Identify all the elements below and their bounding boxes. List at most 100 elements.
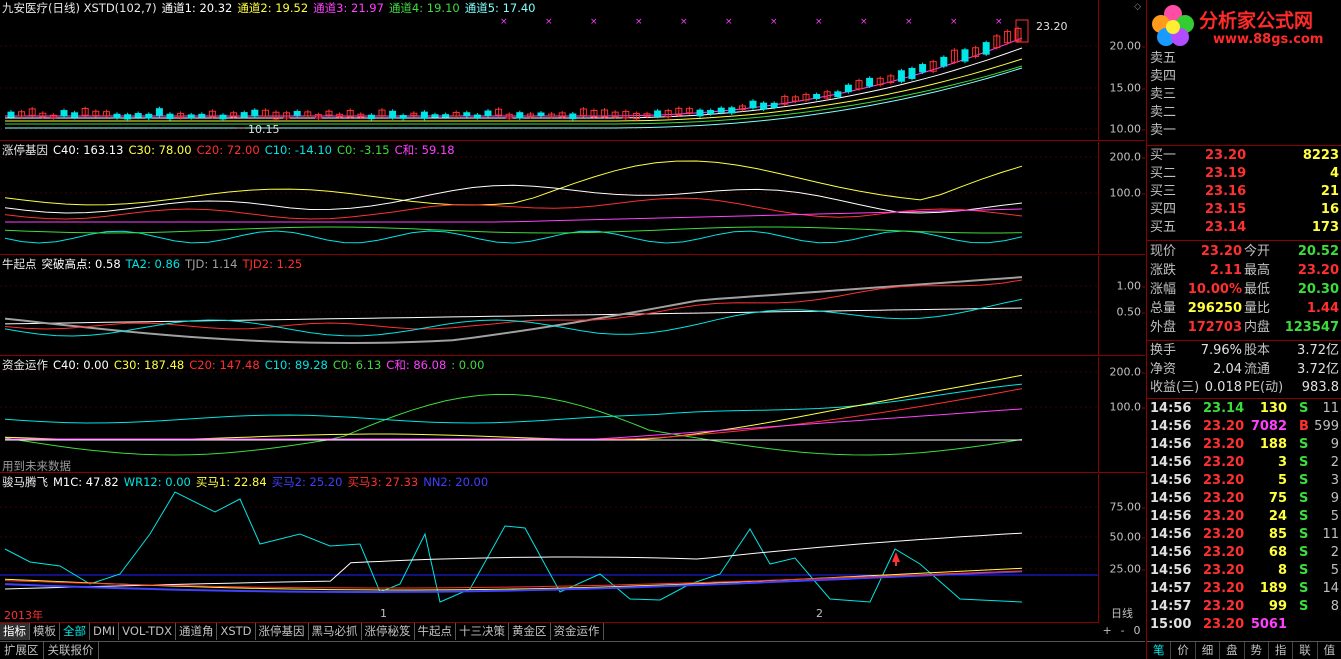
price-chart[interactable]: × × × × × × × × × × × × [0, 0, 1098, 140]
legend-item: C和: 59.18 [394, 143, 455, 157]
price-panel[interactable]: × × × × × × × × × × × × 九安医疗(日线) XSTD(102,7) 通道1: 20… [0, 0, 1098, 141]
diamond-icon[interactable]: ◇ [1134, 2, 1141, 12]
tick-count: 11 [1322, 401, 1339, 416]
buy-level-label: 买一 [1150, 148, 1177, 163]
quote-row[interactable]: 现价 23.20 今开 20.52 [1147, 243, 1341, 261]
quote-tab-4[interactable]: 势 [1245, 642, 1269, 659]
axis-tick: 25.00 [1109, 562, 1145, 576]
fund-row[interactable]: 换手 7.96% 股本 3.72亿 [1147, 342, 1341, 360]
buy-row[interactable]: 买三 23.16 21 [1147, 183, 1341, 201]
tick-row[interactable]: 14:56 23.20 188 S 9 [1147, 436, 1341, 454]
zijin-panel[interactable]: 资金运作 C40: 0.00 C30: 187.48 C20: 147.48 C10: … [0, 357, 1098, 473]
tick-row[interactable]: 14:56 23.14 130 S 11 [1147, 400, 1341, 418]
buy-level-label: 买五 [1150, 220, 1177, 235]
tick-side: S [1299, 401, 1309, 416]
legend-item: TA2: 0.86 [125, 257, 181, 271]
legend-item: 骏马腾飞 [2, 475, 48, 489]
related-quote-button[interactable]: 关联报价 [44, 642, 99, 659]
axis-tick: 100.0 [1109, 186, 1145, 200]
zoom-out-button[interactable]: - [1121, 623, 1125, 640]
fund-row[interactable]: 收益(三) 0.018 PE(动) 983.8 [1147, 379, 1341, 397]
legend-item: C20: 147.48 [189, 358, 260, 372]
junma-chart[interactable] [0, 474, 1098, 606]
tick-row[interactable]: 14:56 23.20 5 S 3 [1147, 472, 1341, 490]
candle-body [473, 114, 481, 118]
tick-row[interactable]: 14:56 23.20 24 S 5 [1147, 508, 1341, 526]
tick-count: 5 [1330, 563, 1339, 578]
tick-row[interactable]: 14:56 23.20 7082 B 599 [1147, 418, 1341, 436]
niuqidian-panel[interactable]: 牛起点 突破高点: 0.58 TA2: 0.86 TJD: 1.14 TJD2: 1.2… [0, 256, 1098, 356]
signal-mark: × [770, 17, 778, 27]
tab-10[interactable]: 牛起点 [414, 623, 457, 640]
quote-row[interactable]: 涨幅 10.00% 最低 20.30 [1147, 281, 1341, 299]
tab-5[interactable]: 通道角 [175, 623, 218, 640]
tick-price: 23.20 [1203, 545, 1245, 560]
tick-row[interactable]: 14:56 23.20 75 S 9 [1147, 490, 1341, 508]
sell-row[interactable]: 卖一 [1147, 122, 1341, 140]
junma-panel[interactable]: 骏马腾飞 M1C: 47.82 WR12: 0.00 买马1: 22.84 买马2: 2… [0, 474, 1098, 606]
quote-row[interactable]: 涨跌 2.11 最高 23.20 [1147, 262, 1341, 280]
tick-row[interactable]: 14:57 23.20 99 S 8 [1147, 598, 1341, 616]
quote-tab-3[interactable]: 盘 [1220, 642, 1245, 659]
tick-volume: 99 [1268, 599, 1287, 614]
tab-8[interactable]: 黑马必抓 [308, 623, 362, 640]
quote-label: 现价 [1150, 244, 1177, 259]
tab-3[interactable]: DMI [90, 623, 120, 640]
axis-tick: 15.00 [1109, 81, 1145, 95]
tab-6[interactable]: XSTD [217, 623, 256, 640]
quote-value: 296250 [1187, 301, 1242, 316]
quote-label: 总量 [1150, 301, 1177, 316]
time-label-month: 1 [380, 607, 387, 620]
junma-axis: 75.00 50.00 25.00 [1098, 474, 1145, 606]
buy-row[interactable]: 买四 23.15 16 [1147, 201, 1341, 219]
tick-count: 9 [1330, 491, 1339, 506]
quote-tab-5[interactable]: 指 [1269, 642, 1294, 659]
tab-2[interactable]: 全部 [60, 623, 90, 640]
tick-row[interactable]: 14:56 23.20 8 S 5 [1147, 562, 1341, 580]
buy-price: 23.19 [1205, 166, 1247, 181]
zijin-chart[interactable] [0, 357, 1098, 472]
axis-tick: 200.0 [1109, 365, 1145, 379]
sell-row[interactable]: 卖二 [1147, 104, 1341, 122]
tick-row[interactable]: 14:56 23.20 3 S 2 [1147, 454, 1341, 472]
sell-row[interactable]: 卖四 [1147, 68, 1341, 86]
tick-side: S [1299, 599, 1309, 614]
legend-item: C和: 86.08 [386, 358, 447, 372]
tab-12[interactable]: 黄金区 [509, 623, 551, 640]
expand-area-button[interactable]: 扩展区 [0, 642, 44, 659]
buy-row[interactable]: 买一 23.20 8223 [1147, 147, 1341, 165]
tick-time: 14:56 [1150, 473, 1192, 488]
tick-row[interactable]: 15:00 23.20 5061 [1147, 616, 1341, 634]
tick-price: 23.14 [1203, 401, 1245, 416]
tick-row[interactable]: 14:57 23.20 189 S 14 [1147, 580, 1341, 598]
quote-tab-6[interactable]: 联 [1293, 642, 1318, 659]
buy-volume: 4 [1329, 166, 1339, 181]
quote-tab-0[interactable]: 笔 [1147, 642, 1172, 659]
tick-row[interactable]: 14:56 23.20 85 S 11 [1147, 526, 1341, 544]
tab-1[interactable]: 模板 [30, 623, 60, 640]
sell-row[interactable]: 卖三 [1147, 86, 1341, 104]
zhangting-panel[interactable]: 涨停基因 C40: 163.13 C30: 78.00 C20: 72.00 C10: … [0, 142, 1098, 255]
tab-9[interactable]: 涨停秘笈 [361, 623, 415, 640]
quote-tab-7[interactable]: 值 [1318, 642, 1341, 659]
quote-tab-1[interactable]: 价 [1171, 642, 1196, 659]
fund-row[interactable]: 净资 2.04 流通 3.72亿 [1147, 361, 1341, 379]
candle-body [219, 114, 227, 120]
zoom-in-button[interactable]: + [1102, 623, 1111, 640]
zhangting-chart[interactable] [0, 142, 1098, 254]
zoom-reset-button[interactable]: 0 [1134, 623, 1141, 640]
tab-4[interactable]: VOL-TDX [119, 623, 176, 640]
sell-row[interactable]: 卖五 [1147, 50, 1341, 68]
buy-row[interactable]: 买二 23.19 4 [1147, 165, 1341, 183]
tick-row[interactable]: 14:56 23.20 68 S 2 [1147, 544, 1341, 562]
tab-7[interactable]: 涨停基因 [255, 623, 309, 640]
tab-13[interactable]: 资金运作 [550, 623, 604, 640]
buy-row[interactable]: 买五 23.14 173 [1147, 219, 1341, 237]
quote-row[interactable]: 总量 296250 量比 1.44 [1147, 300, 1341, 318]
tab-11[interactable]: 十三决策 [456, 623, 510, 640]
tab-0[interactable]: 指标 [0, 623, 30, 640]
quote-tab-2[interactable]: 细 [1196, 642, 1221, 659]
zoom-controls: + - 0 [1098, 623, 1145, 640]
quote-row[interactable]: 外盘 172703 内盘 123547 [1147, 319, 1341, 337]
period-label[interactable]: 日线 [1098, 606, 1145, 623]
